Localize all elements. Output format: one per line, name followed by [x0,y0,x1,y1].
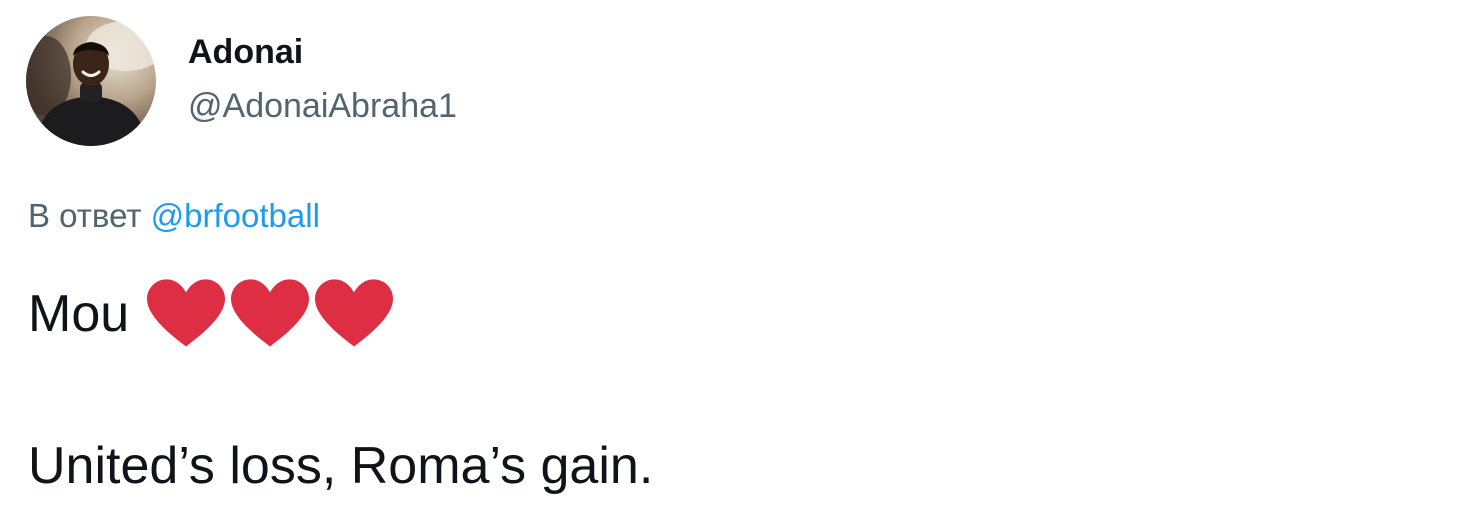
reply-mention-link[interactable]: @brfootball [151,197,320,234]
red-heart-icon [147,279,226,347]
red-heart-icon [231,279,310,347]
avatar-image [26,21,156,146]
display-name[interactable]: Adonai [188,30,457,74]
tweet-text-line-2: United’s loss, Roma’s gain. [28,437,654,495]
user-handle[interactable]: @AdonaiAbraha1 [188,84,457,128]
avatar[interactable] [26,16,156,146]
heart-emoji-group [147,279,399,349]
reply-prefix: В ответ [28,197,142,234]
tweet-text-line-1: Mou [28,285,130,343]
user-info: Adonai @AdonaiAbraha1 [188,30,457,128]
tweet-text: Mou United’s loss, Roma’s gain. [28,276,653,504]
reply-context: В ответ @brfootball [28,195,320,237]
tweet[interactable]: Adonai @AdonaiAbraha1 В ответ @brfootbal… [0,0,1460,511]
red-heart-icon [315,279,394,347]
